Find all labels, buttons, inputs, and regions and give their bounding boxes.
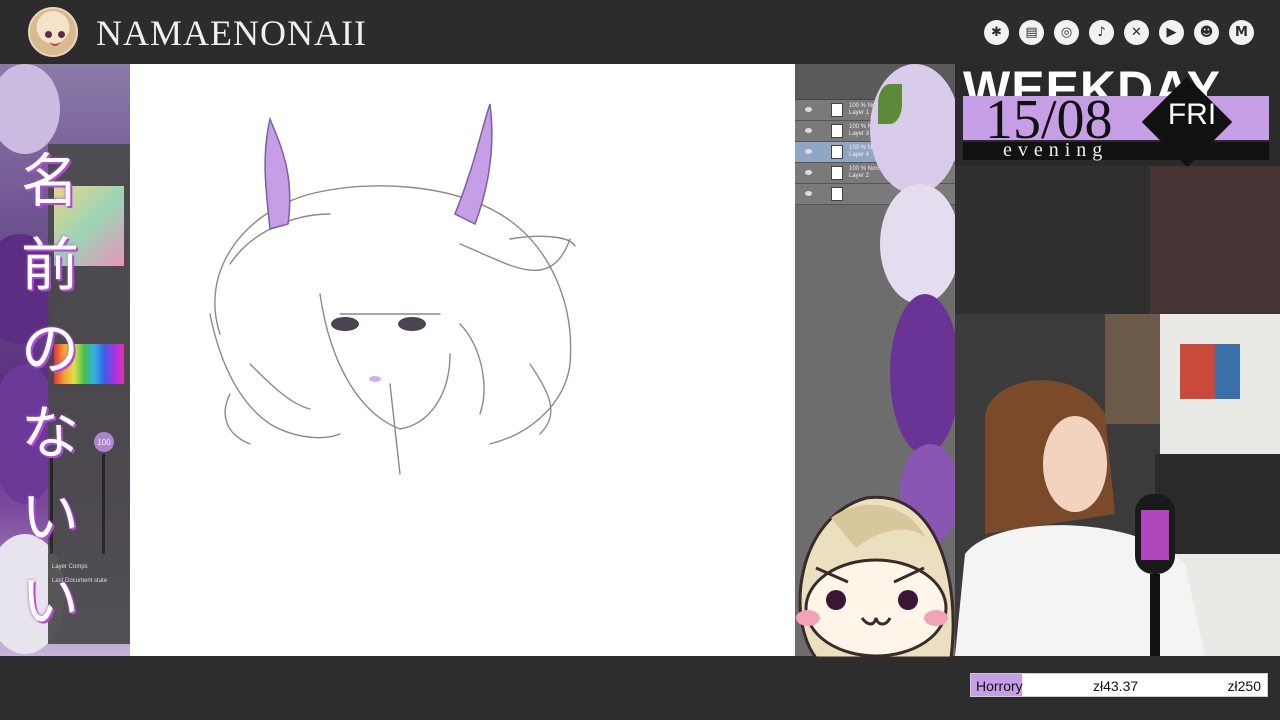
left-lilac-panel: 100 Layer Comps Last Document state 名 前 … [0, 64, 130, 656]
schedule-day: FRI [1167, 98, 1217, 131]
jp-char: い [20, 483, 79, 551]
social-links: ✱ ▤ ◎ ♪ ✕ ▶ ☻ M [984, 20, 1254, 45]
channel-avatar [28, 7, 78, 57]
goal-current-amount: zł43.37 [1093, 678, 1139, 694]
layer-thumbnail [831, 187, 843, 201]
donation-goal-bar: Horrory zł43.37 zł250 [970, 673, 1268, 697]
visibility-eye-icon[interactable] [805, 170, 812, 175]
channel-name: NAMAENONAII [96, 13, 367, 53]
faded-brush-panel [955, 166, 1280, 314]
layer-thumbnail [831, 124, 843, 138]
webcam-scene [955, 314, 1280, 656]
layer-thumbnail [831, 166, 843, 180]
visibility-eye-icon[interactable] [805, 107, 812, 112]
tiktok-icon[interactable]: ♪ [1089, 20, 1114, 45]
goal-target-amount: zł250 [1227, 678, 1261, 694]
webcam-feed [955, 314, 1280, 656]
visibility-eye-icon[interactable] [805, 149, 812, 154]
jp-char: 前 [20, 231, 79, 299]
visibility-eye-icon[interactable] [805, 128, 812, 133]
brush-size-badge: 100 [94, 432, 114, 452]
drawing-canvas[interactable] [130, 64, 795, 656]
twitch-icon[interactable]: ▤ [1019, 20, 1044, 45]
goal-label: Horrory [976, 678, 1023, 694]
vertical-japanese-title: 名 前 の な い い [20, 139, 80, 643]
youtube-icon[interactable]: ▶ [1159, 20, 1184, 45]
gmail-icon[interactable]: M [1229, 20, 1254, 45]
jp-char: い [20, 567, 79, 635]
linktree-icon[interactable]: ✱ [984, 20, 1009, 45]
layer-thumbnail [831, 103, 843, 117]
visibility-eye-icon[interactable] [805, 191, 812, 196]
jp-char: な [20, 399, 79, 467]
schedule-time-of-day: evening [1003, 139, 1109, 161]
top-bar: NAMAENONAII ✱ ▤ ◎ ♪ ✕ ▶ ☻ M [0, 0, 1280, 64]
discord-icon[interactable]: ☻ [1194, 20, 1219, 45]
x-icon[interactable]: ✕ [1124, 20, 1149, 45]
schedule-panel: WEEKDAY 15/08 FRI evening [955, 64, 1280, 314]
chibi-mascot [796, 495, 955, 658]
size-slider[interactable] [102, 454, 105, 554]
instagram-icon[interactable]: ◎ [1054, 20, 1079, 45]
jp-char: の [20, 315, 79, 383]
layer-thumbnail [831, 145, 843, 159]
sketch-drawing [209, 103, 576, 475]
jp-char: 名 [20, 147, 79, 215]
